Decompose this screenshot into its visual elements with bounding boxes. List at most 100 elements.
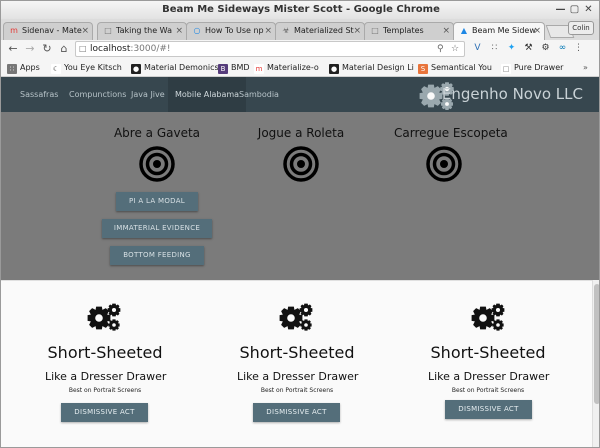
profile-button[interactable]: Colin bbox=[568, 21, 594, 35]
bookmark-pure-drawer[interactable]: □ Pure Drawer bbox=[501, 62, 563, 74]
nav-item-java-jive[interactable]: Java Jive bbox=[124, 77, 172, 112]
bookmark-label: Material Design Li bbox=[342, 63, 414, 72]
bookmark-you-eye-kitsch[interactable]: ☾ You Eye Kitsch bbox=[51, 62, 122, 74]
twitter-icon[interactable]: ✦ bbox=[506, 43, 517, 54]
gears-icon bbox=[471, 303, 505, 331]
immaterial-evidence-button[interactable]: IMMATERIAL EVIDENCE bbox=[102, 219, 212, 238]
back-icon[interactable]: ← bbox=[6, 42, 20, 56]
github-icon: ● bbox=[329, 64, 339, 74]
title-bar: Beam Me Sideways Mister Scott - Google C… bbox=[1, 1, 599, 19]
drawer-scrollbar[interactable] bbox=[592, 280, 599, 447]
dismissive-act-button[interactable]: DISMISSIVE ACT bbox=[253, 403, 340, 422]
target-icon[interactable] bbox=[426, 146, 462, 182]
reload-icon[interactable]: ↻ bbox=[40, 42, 54, 56]
card-subtitle: Like a Dresser Drawer bbox=[237, 370, 359, 383]
bookmarks-bar: ∷ Apps ☾ You Eye Kitsch ● Material Demonics… bbox=[1, 60, 599, 77]
bookmark-label: Material Demonics bbox=[144, 63, 219, 72]
target-icon[interactable] bbox=[283, 146, 319, 182]
close-tab-icon[interactable]: × bbox=[442, 23, 450, 39]
url-path: :3000/#! bbox=[130, 44, 171, 54]
bottom-drawer: Short-Sheeted Like a Dresser Drawer Best… bbox=[1, 280, 599, 447]
more-bookmarks-icon[interactable]: » bbox=[583, 62, 588, 74]
bookmark-semantical-you[interactable]: S Semantical You bbox=[418, 62, 492, 74]
document-icon: □ bbox=[501, 64, 511, 74]
nav-item-sassafras[interactable]: Sassafras bbox=[13, 77, 65, 112]
page-info-icon[interactable]: □ bbox=[79, 42, 87, 56]
card-title: Short-Sheeted bbox=[47, 343, 163, 362]
materialize-icon: m bbox=[10, 26, 18, 35]
close-window-icon[interactable]: ✕ bbox=[582, 3, 595, 16]
tab-how-to-use[interactable]: ○ How To Use np × bbox=[186, 22, 276, 40]
close-tab-icon[interactable]: × bbox=[353, 23, 361, 39]
card-subtitle: Like a Dresser Drawer bbox=[428, 370, 550, 383]
bookmark-label: You Eye Kitsch bbox=[64, 63, 122, 72]
close-tab-icon[interactable]: × bbox=[81, 23, 89, 39]
nav-item-sambodia[interactable]: Sambodia bbox=[232, 77, 286, 112]
card-note: Best on Portrait Screens bbox=[260, 387, 334, 394]
home-icon[interactable]: ⌂ bbox=[57, 42, 71, 56]
bookmark-label: Pure Drawer bbox=[514, 63, 564, 72]
brand-name[interactable]: Engenho Novo LLC bbox=[442, 77, 583, 112]
maximize-icon[interactable]: ▢ bbox=[568, 3, 581, 16]
document-icon: □ bbox=[104, 26, 112, 35]
address-bar[interactable]: □ localhost:3000/#! ⚲ ☆ bbox=[75, 41, 465, 57]
target-label-jogue: Jogue a Roleta bbox=[257, 126, 345, 140]
card-note: Best on Portrait Screens bbox=[451, 387, 525, 394]
scrollbar-thumb[interactable] bbox=[594, 284, 599, 404]
tab-strip: m Sidenav - Mate × □ Taking the Wa × ○ H… bbox=[1, 19, 599, 40]
close-tab-icon[interactable]: × bbox=[533, 23, 541, 39]
pi-a-la-modal-button[interactable]: PI A LA MODAL bbox=[116, 192, 198, 211]
semantic-icon: S bbox=[418, 64, 428, 74]
tab-label: Sidenav - Mate bbox=[22, 26, 82, 35]
bookmark-label: Semantical You bbox=[431, 63, 492, 72]
extension-tool-icon[interactable]: ⚒ bbox=[523, 43, 534, 54]
zoom-icon[interactable]: ⚲ bbox=[437, 42, 444, 56]
close-tab-icon[interactable]: × bbox=[264, 23, 272, 39]
browser-toolbar: ← → ↻ ⌂ □ localhost:3000/#! ⚲ ☆ V ∷ ✦ ⚒ … bbox=[1, 40, 599, 60]
dismissive-act-button[interactable]: DISMISSIVE ACT bbox=[445, 400, 532, 419]
gears-icon bbox=[87, 303, 121, 331]
tab-templates[interactable]: □ Templates × bbox=[364, 22, 454, 40]
tab-label: Taking the Wa bbox=[116, 26, 172, 35]
bookmark-label: Apps bbox=[20, 63, 40, 72]
browser-window: Beam Me Sideways Mister Scott - Google C… bbox=[0, 0, 600, 448]
tab-label: Materialized St bbox=[294, 26, 354, 35]
bookmark-label: BMD bbox=[231, 63, 250, 72]
bottom-feeding-button[interactable]: BOTTOM FEEDING bbox=[110, 246, 204, 265]
bookmark-apps[interactable]: ∷ Apps bbox=[7, 62, 40, 74]
tab-beam-me-sideways[interactable]: ▲ Beam Me Sidew × bbox=[453, 22, 545, 40]
card-title: Short-Sheeted bbox=[239, 343, 355, 362]
extension-v-icon[interactable]: V bbox=[472, 43, 483, 54]
dimmed-content-area: Abre a Gaveta Jogue a Roleta Carregue Es… bbox=[1, 112, 599, 280]
github-icon: ● bbox=[131, 64, 141, 74]
page-viewport: Sassafras Compunctions Java Jive Mobile … bbox=[1, 77, 599, 447]
apps-icon: ∷ bbox=[7, 64, 17, 74]
bookmark-material-design-li[interactable]: ● Material Design Li bbox=[329, 62, 414, 74]
extension-settings-icon[interactable]: ⚙ bbox=[540, 43, 551, 54]
tab-sidenav[interactable]: m Sidenav - Mate × bbox=[3, 22, 93, 40]
close-tab-icon[interactable]: × bbox=[175, 23, 183, 39]
tab-taking-the-wa[interactable]: □ Taking the Wa × bbox=[97, 22, 187, 40]
target-label-carregue: Carregue Escopeta bbox=[394, 126, 508, 140]
window-title: Beam Me Sideways Mister Scott - Google C… bbox=[162, 4, 440, 15]
bookmark-label: Materialize-o bbox=[267, 63, 319, 72]
bookmark-material-demonics[interactable]: ● Material Demonics bbox=[131, 62, 219, 74]
target-icon[interactable] bbox=[139, 146, 175, 182]
bookmark-bmd[interactable]: B BMD bbox=[218, 62, 250, 74]
logo-icon: ○ bbox=[193, 26, 201, 35]
menu-icon[interactable]: ⋮ bbox=[573, 43, 584, 54]
card-subtitle: Like a Dresser Drawer bbox=[45, 370, 167, 383]
card-note: Best on Portrait Screens bbox=[68, 387, 142, 394]
bookmark-star-icon[interactable]: ☆ bbox=[451, 42, 459, 56]
tab-materialized[interactable]: ☣ Materialized St × bbox=[275, 22, 365, 40]
app-navbar: Sassafras Compunctions Java Jive Mobile … bbox=[1, 77, 599, 112]
extension-grid-icon[interactable]: ∷ bbox=[489, 43, 500, 54]
bookmark-materialize-o[interactable]: m Materialize-o bbox=[254, 62, 319, 74]
forward-icon[interactable]: → bbox=[23, 42, 37, 56]
nav-item-compunctions[interactable]: Compunctions bbox=[62, 77, 133, 112]
extension-link-icon[interactable]: ∞ bbox=[557, 43, 568, 54]
target-label-abre: Abre a Gaveta bbox=[113, 126, 201, 140]
url-host: localhost bbox=[90, 44, 131, 54]
minimize-icon[interactable]: — bbox=[554, 3, 567, 16]
dismissive-act-button[interactable]: DISMISSIVE ACT bbox=[61, 403, 148, 422]
